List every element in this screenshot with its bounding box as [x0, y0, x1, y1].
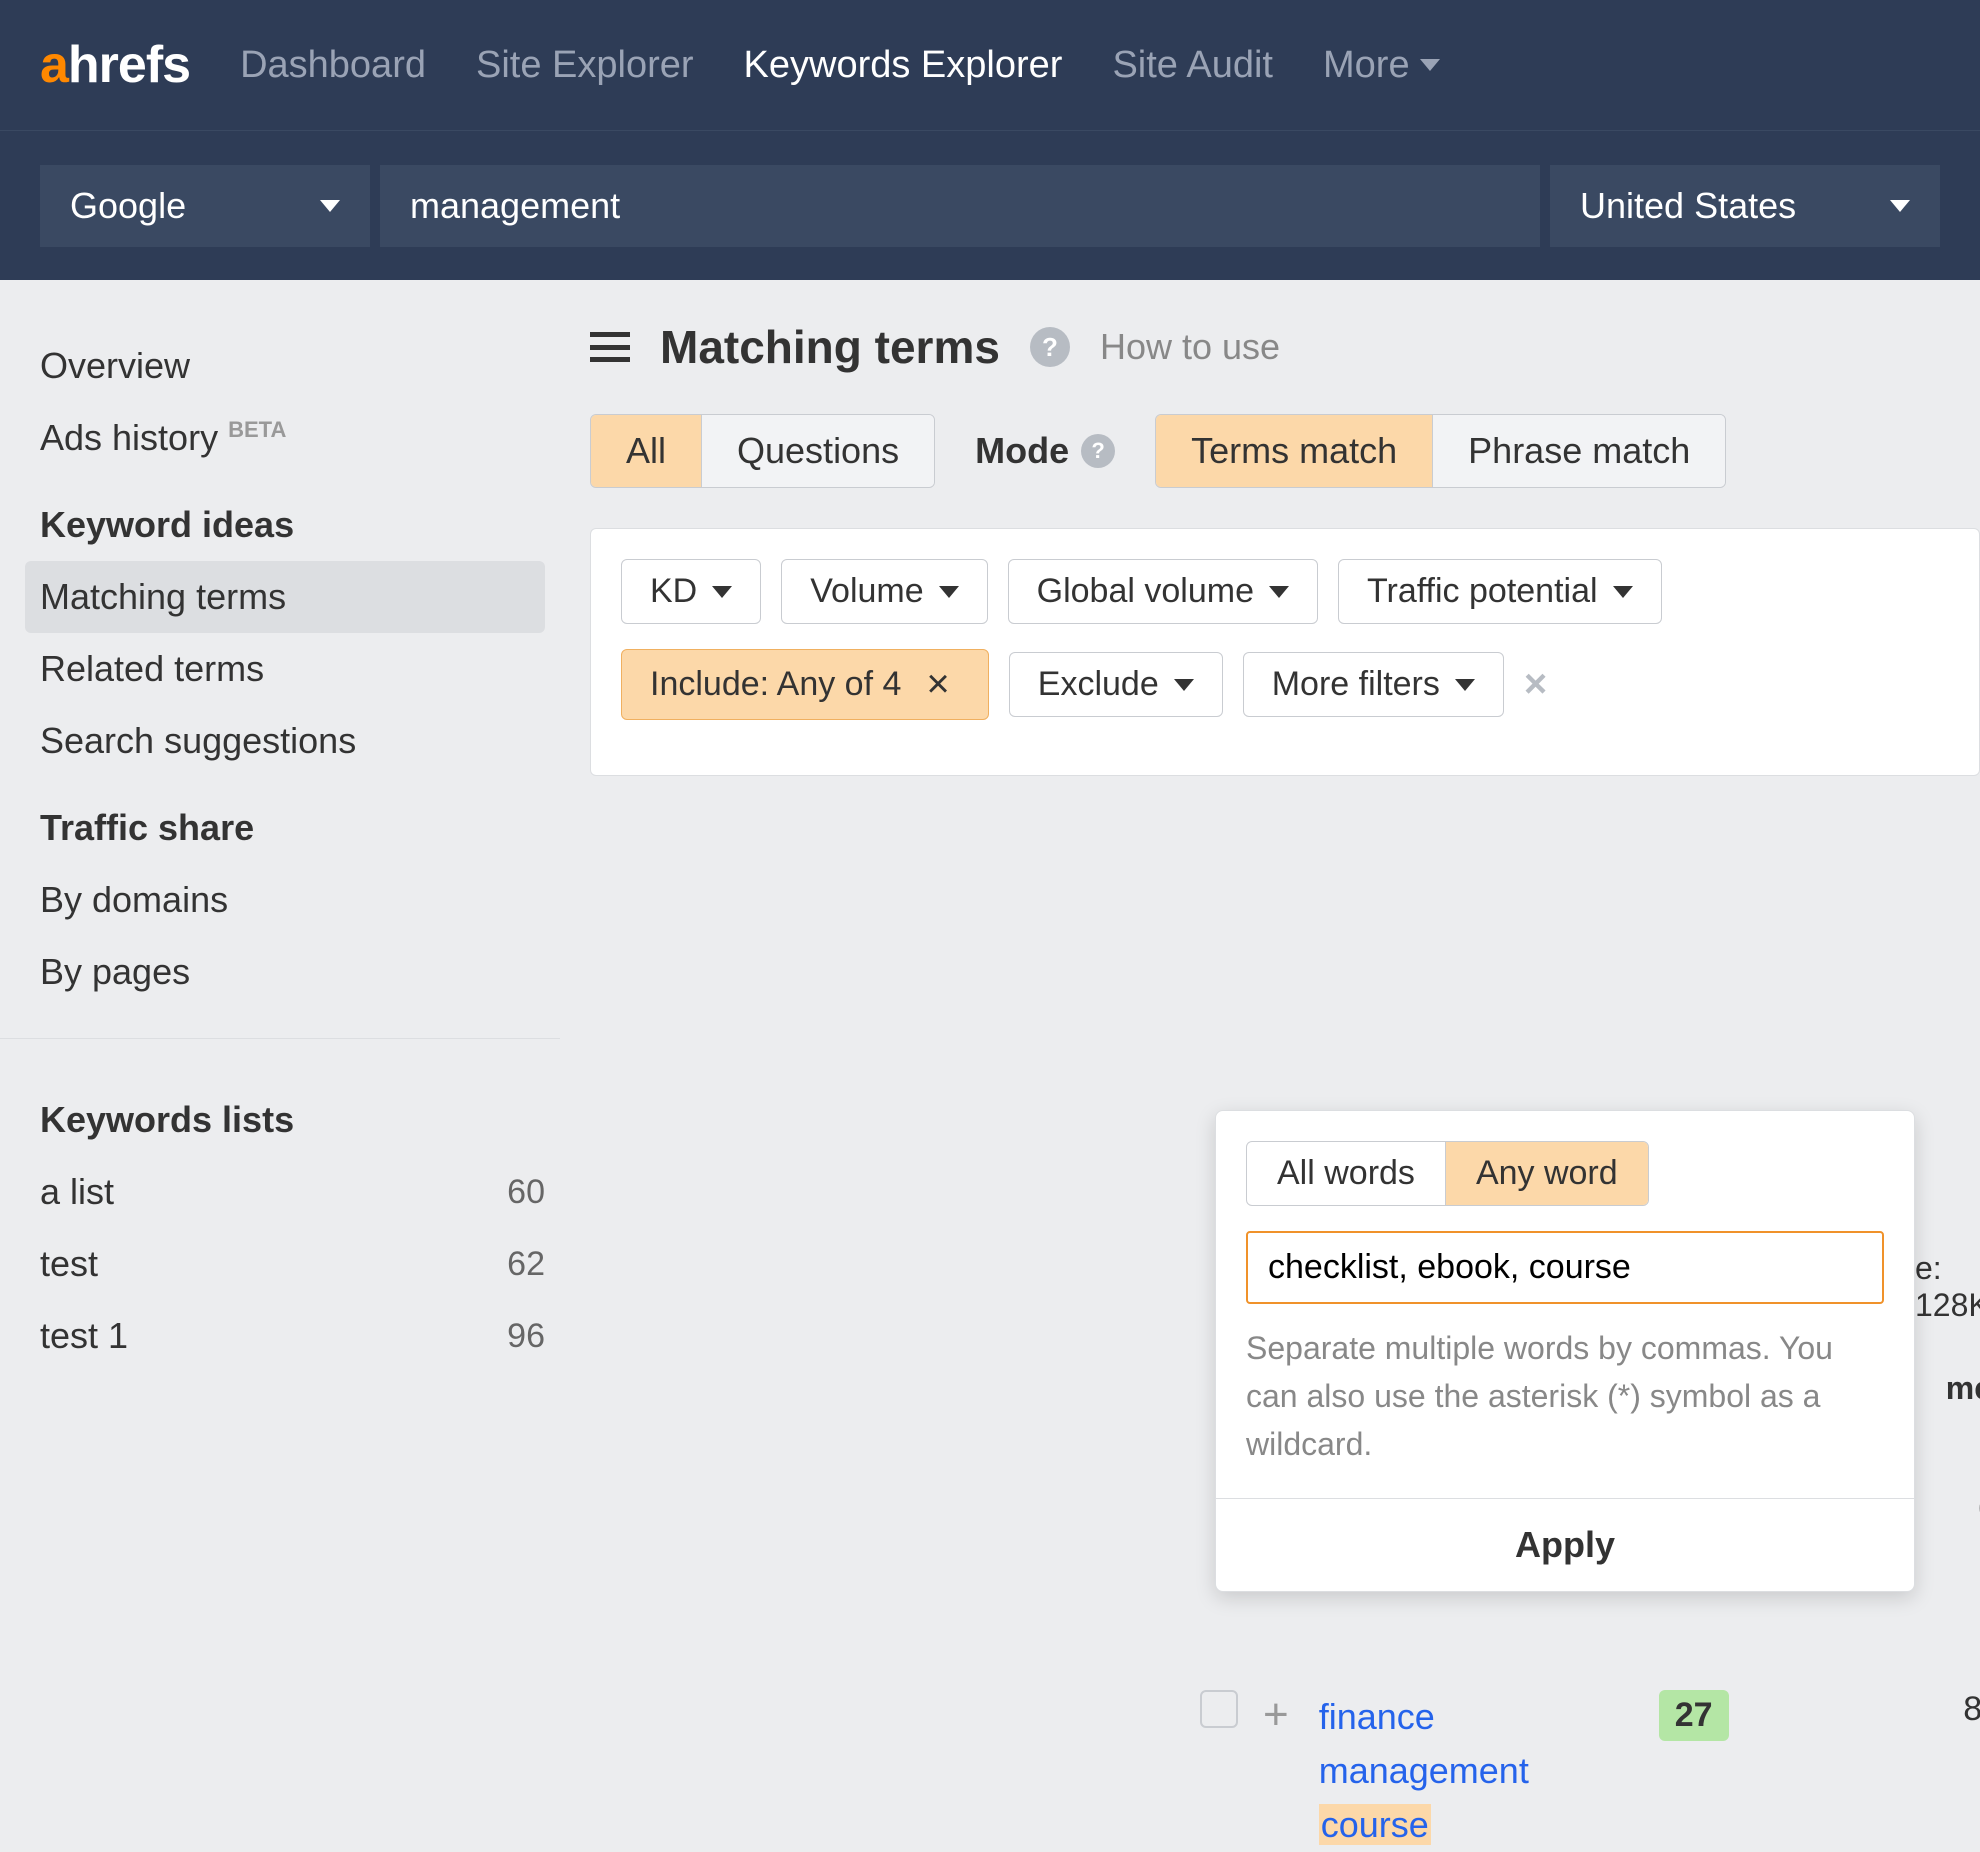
content: Matching terms ? How to use All Question… — [560, 280, 1980, 1559]
logo[interactable]: ahrefs — [40, 35, 190, 95]
filter-panel: KD Volume Global volume Traffic potentia… — [590, 528, 1980, 776]
clear-filters-icon[interactable]: × — [1524, 662, 1547, 707]
sidebar-list-item[interactable]: test62 — [40, 1228, 545, 1300]
row-keyword[interactable]: finance management course — [1319, 1690, 1619, 1852]
kd-badge: 27 — [1659, 1690, 1729, 1741]
nav-site-audit[interactable]: Site Audit — [1112, 44, 1273, 87]
sidebar-heading-ideas: Keyword ideas — [40, 474, 545, 561]
how-to-use-link[interactable]: How to use — [1100, 326, 1280, 368]
caret-down-icon — [1174, 679, 1194, 691]
caret-down-icon — [1420, 59, 1440, 71]
all-questions-toggle: All Questions — [590, 414, 935, 488]
sidebar-matching-terms[interactable]: Matching terms — [25, 561, 545, 633]
filter-traffic-potential[interactable]: Traffic potential — [1338, 559, 1662, 624]
table-row: + finance management course 27 800 3.0K … — [1200, 1690, 1729, 1852]
pill-terms-match[interactable]: Terms match — [1156, 415, 1432, 487]
help-icon[interactable]: ? — [1030, 327, 1070, 367]
close-icon[interactable]: × — [916, 662, 959, 707]
sidebar-by-pages[interactable]: By pages — [40, 936, 545, 1008]
pill-questions[interactable]: Questions — [701, 415, 934, 487]
engine-select[interactable]: Google — [40, 165, 370, 247]
filter-more[interactable]: More filters — [1243, 652, 1504, 717]
sidebar-overview[interactable]: Overview — [40, 330, 545, 402]
keyword-input[interactable] — [410, 185, 1510, 227]
page-title: Matching terms — [660, 320, 1000, 374]
caret-down-icon — [712, 586, 732, 598]
match-mode-toggle: Terms match Phrase match — [1155, 414, 1726, 488]
include-words-input[interactable] — [1246, 1231, 1884, 1304]
nav-dashboard[interactable]: Dashboard — [240, 44, 426, 87]
popup-mode-toggle: All words Any word — [1246, 1141, 1649, 1206]
nav-more[interactable]: More — [1323, 44, 1440, 87]
pill-all[interactable]: All — [591, 415, 701, 487]
apply-button[interactable]: Apply — [1216, 1498, 1914, 1591]
sidebar-heading-lists: Keywords lists — [40, 1069, 545, 1156]
sidebar-search-suggestions[interactable]: Search suggestions — [40, 705, 545, 777]
caret-down-icon — [1269, 586, 1289, 598]
volume-summary: e: 128K — [1915, 1250, 1980, 1324]
include-popup: All words Any word Separate multiple wor… — [1215, 1110, 1915, 1592]
sidebar-by-domains[interactable]: By domains — [40, 864, 545, 936]
filter-volume[interactable]: Volume — [781, 559, 987, 624]
popup-any-word[interactable]: Any word — [1445, 1142, 1648, 1205]
sidebar-list-item[interactable]: a list60 — [40, 1156, 545, 1228]
caret-down-icon — [320, 200, 340, 212]
sidebar: Overview Ads history BETA Keyword ideas … — [0, 280, 560, 1559]
sidebar-heading-traffic: Traffic share — [40, 777, 545, 864]
search-input-wrap — [380, 165, 1540, 247]
filter-exclude[interactable]: Exclude — [1009, 652, 1223, 717]
popup-hint: Separate multiple words by commas. You c… — [1246, 1324, 1884, 1468]
nav-keywords-explorer[interactable]: Keywords Explorer — [744, 44, 1063, 87]
sidebar-ads-history[interactable]: Ads history BETA — [40, 402, 545, 474]
nav-site-explorer[interactable]: Site Explorer — [476, 44, 694, 87]
filter-kd[interactable]: KD — [621, 559, 761, 624]
caret-down-icon — [1890, 200, 1910, 212]
row-checkbox[interactable] — [1200, 1690, 1238, 1728]
country-select[interactable]: United States — [1550, 165, 1940, 247]
row-add-icon[interactable]: + — [1263, 1690, 1289, 1740]
popup-all-words[interactable]: All words — [1247, 1142, 1445, 1205]
sidebar-list-item[interactable]: test 196 — [40, 1300, 545, 1372]
caret-down-icon — [1455, 679, 1475, 691]
sidebar-related-terms[interactable]: Related terms — [40, 633, 545, 705]
filter-global-volume[interactable]: Global volume — [1008, 559, 1318, 624]
caret-down-icon — [1613, 586, 1633, 598]
pill-phrase-match[interactable]: Phrase match — [1432, 415, 1725, 487]
mode-label: Mode? — [975, 430, 1115, 472]
filter-include[interactable]: Include: Any of 4× — [621, 649, 989, 720]
menu-icon[interactable] — [590, 332, 630, 362]
divider — [0, 1038, 585, 1039]
help-icon[interactable]: ? — [1081, 434, 1115, 468]
caret-down-icon — [939, 586, 959, 598]
